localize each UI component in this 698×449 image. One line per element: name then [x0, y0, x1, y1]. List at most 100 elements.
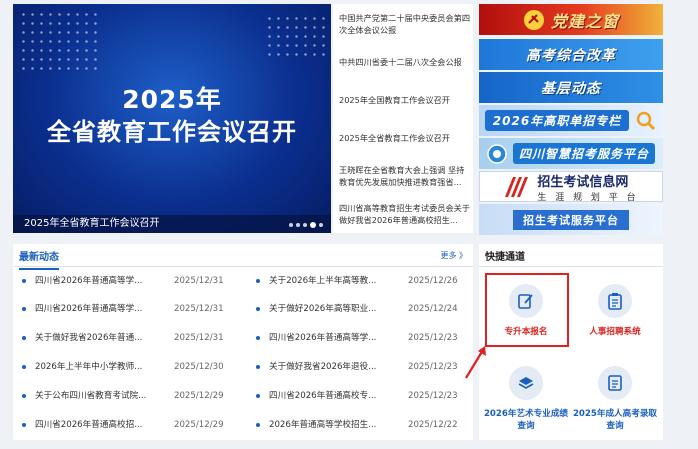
party-building-banner[interactable]: 党建之窗: [479, 4, 663, 35]
reform-banner-label: 高考综合改革: [526, 47, 616, 64]
news-title[interactable]: 四川省2026年普通高等学...: [35, 274, 142, 288]
magnifier-icon: [636, 111, 656, 130]
service-banner-label: 招生考试服务平台: [513, 209, 629, 230]
news-date: 2025/12/24: [408, 304, 458, 314]
quick-item-adult-admission[interactable]: 2025年成人高考录取查询: [571, 366, 659, 432]
pager-dot[interactable]: [303, 223, 307, 227]
vocational-banner[interactable]: 2026年高职单招专栏: [479, 105, 663, 136]
news-row[interactable]: 关于公布四川省教育考试院... 2025/12/29: [22, 389, 240, 403]
news-title[interactable]: 2026年普通高等学校招生...: [269, 418, 376, 432]
hero-dot-pattern-right: [265, 14, 325, 62]
info-network-banner[interactable]: 招生考试信息网 生 涯 规 划 平 台: [479, 171, 663, 202]
bullet-icon: [22, 336, 26, 340]
news-row[interactable]: 关于做好2026年高等职业... 2025/12/24: [256, 302, 466, 316]
news-date: 2025/12/30: [174, 362, 224, 372]
quick-channel-header: 快捷通道: [479, 244, 663, 267]
bullet-icon: [22, 307, 26, 311]
bullet-icon: [22, 279, 26, 283]
news-date: 2025/12/29: [174, 391, 224, 401]
quick-item-label: 2025年成人高考录取查询: [572, 409, 658, 431]
pointer-arrow-icon: [465, 346, 486, 379]
grassroots-banner[interactable]: 基层动态: [479, 72, 663, 103]
pager-dot[interactable]: [289, 223, 293, 227]
quick-item-label: 2026年艺术专业成绩查询: [483, 409, 569, 431]
news-title[interactable]: 四川省2026年普通高校招...: [35, 418, 142, 432]
bullet-icon: [256, 394, 260, 398]
bullet-icon: [256, 365, 260, 369]
news-date: 2025/12/31: [174, 304, 224, 314]
news-row[interactable]: 关于做好我省2026年退役... 2025/12/23: [256, 360, 466, 374]
headline-item[interactable]: 中国共产党第二十届中央委员会第四次全体会议公报: [339, 12, 471, 36]
news-title[interactable]: 四川省2026年普通高校专...: [269, 389, 376, 403]
news-date: 2025/12/23: [408, 362, 458, 372]
hero-pager[interactable]: [289, 222, 323, 228]
headline-item[interactable]: 2025年全国教育工作会议召开: [339, 94, 471, 106]
news-row[interactable]: 四川省2026年普通高校招... 2025/12/29: [22, 418, 240, 432]
more-link[interactable]: 更多 》: [440, 250, 467, 261]
headline-item[interactable]: 四川省高等教育招生考试委员会关于做好我省2026年普通高校招生...: [339, 202, 471, 226]
pager-dot[interactable]: [296, 223, 300, 227]
news-title[interactable]: 关于做好我省2026年退役...: [269, 360, 376, 374]
hero-caption[interactable]: 2025年全省教育工作会议召开: [13, 215, 331, 233]
bullet-icon: [22, 365, 26, 369]
info-banner-subtitle: 生 涯 规 划 平 台: [537, 192, 639, 202]
layers-icon: [509, 366, 543, 400]
hero-year: 2025年: [122, 85, 222, 114]
info-banner-title: 招生考试信息网: [537, 174, 629, 190]
bullet-icon: [22, 423, 26, 427]
news-date: 2025/12/23: [408, 333, 458, 343]
headline-list: 中国共产党第二十届中央委员会第四次全体会议公报 中共四川省委十二届八次全会公报 …: [333, 4, 473, 233]
news-row[interactable]: 四川省2026年普通高等学... 2025/12/31: [22, 302, 240, 316]
news-date: 2025/12/29: [174, 420, 224, 430]
headline-item[interactable]: 中共四川省委十二届八次全会公报: [339, 56, 471, 68]
news-title[interactable]: 四川省2026年普通高等学...: [269, 331, 376, 345]
hero-banner[interactable]: 2025年 全省教育工作会议召开 2025年全省教育工作会议召开: [13, 4, 331, 233]
pager-dot-active[interactable]: [310, 222, 316, 228]
news-date: 2025/12/22: [408, 420, 458, 430]
news-date: 2025/12/31: [174, 276, 224, 286]
bullet-icon: [22, 394, 26, 398]
document-icon: [598, 366, 632, 400]
service-platform-banner[interactable]: 招生考试服务平台: [479, 204, 663, 235]
news-title[interactable]: 关于做好我省2026年普通...: [35, 331, 142, 345]
vocational-banner-label: 2026年高职单招专栏: [484, 110, 630, 131]
quick-item-label: 人事招聘系统: [589, 327, 641, 337]
pager-dot[interactable]: [319, 223, 323, 227]
party-emblem-icon: [523, 9, 544, 30]
latest-news-title: 最新动态: [19, 248, 59, 270]
bullet-icon: [256, 336, 260, 340]
quick-channel-title: 快捷通道: [485, 251, 525, 263]
news-row[interactable]: 2026年上半年中小学教师... 2025/12/30: [22, 360, 240, 374]
news-row[interactable]: 四川省2026年普通高等学... 2025/12/31: [22, 274, 240, 288]
news-title[interactable]: 关于做好2026年高等职业...: [269, 302, 376, 316]
news-row[interactable]: 四川省2026年普通高等学... 2025/12/23: [256, 331, 466, 345]
grassroots-banner-label: 基层动态: [541, 80, 601, 97]
news-date: 2025/12/23: [408, 391, 458, 401]
bullet-icon: [256, 307, 260, 311]
news-title[interactable]: 关于公布四川省教育考试院...: [35, 389, 146, 403]
news-row[interactable]: 关于2026年上半年高等教... 2025/12/26: [256, 274, 466, 288]
quick-item-art-score[interactable]: 2026年艺术专业成绩查询: [482, 366, 570, 432]
news-title[interactable]: 2026年上半年中小学教师...: [35, 360, 142, 374]
quick-item-recruitment[interactable]: 人事招聘系统: [571, 284, 659, 338]
news-row[interactable]: 2026年普通高等学校招生... 2025/12/22: [256, 418, 466, 432]
gaokao-reform-banner[interactable]: 高考综合改革: [479, 39, 663, 70]
hero-dot-pattern: [19, 10, 99, 70]
news-date: 2025/12/26: [408, 276, 458, 286]
smart-admission-banner[interactable]: 四川智慧招考服务平台: [479, 138, 663, 169]
headline-item[interactable]: 王晓晖在全省教育大会上强调 坚持教育优先发展加快推进教育强省...: [339, 164, 471, 188]
clipboard-icon: [598, 284, 632, 318]
news-date: 2025/12/31: [174, 333, 224, 343]
news-row[interactable]: 四川省2026年普通高校专... 2025/12/23: [256, 389, 466, 403]
latest-news-header: 最新动态 更多 》: [13, 244, 473, 270]
smart-banner-label: 四川智慧招考服务平台: [512, 143, 655, 164]
highlight-box: [485, 273, 569, 347]
headline-item[interactable]: 2025年全省教育工作会议召开: [339, 132, 471, 144]
bullet-icon: [256, 423, 260, 427]
news-title[interactable]: 四川省2026年普通高等学...: [35, 302, 142, 316]
party-banner-label: 党建之窗: [550, 11, 619, 31]
stripes-logo-icon: [505, 176, 529, 197]
news-title[interactable]: 关于2026年上半年高等教...: [269, 274, 376, 288]
emblem-icon: [487, 143, 507, 164]
news-row[interactable]: 关于做好我省2026年普通... 2025/12/31: [22, 331, 240, 345]
